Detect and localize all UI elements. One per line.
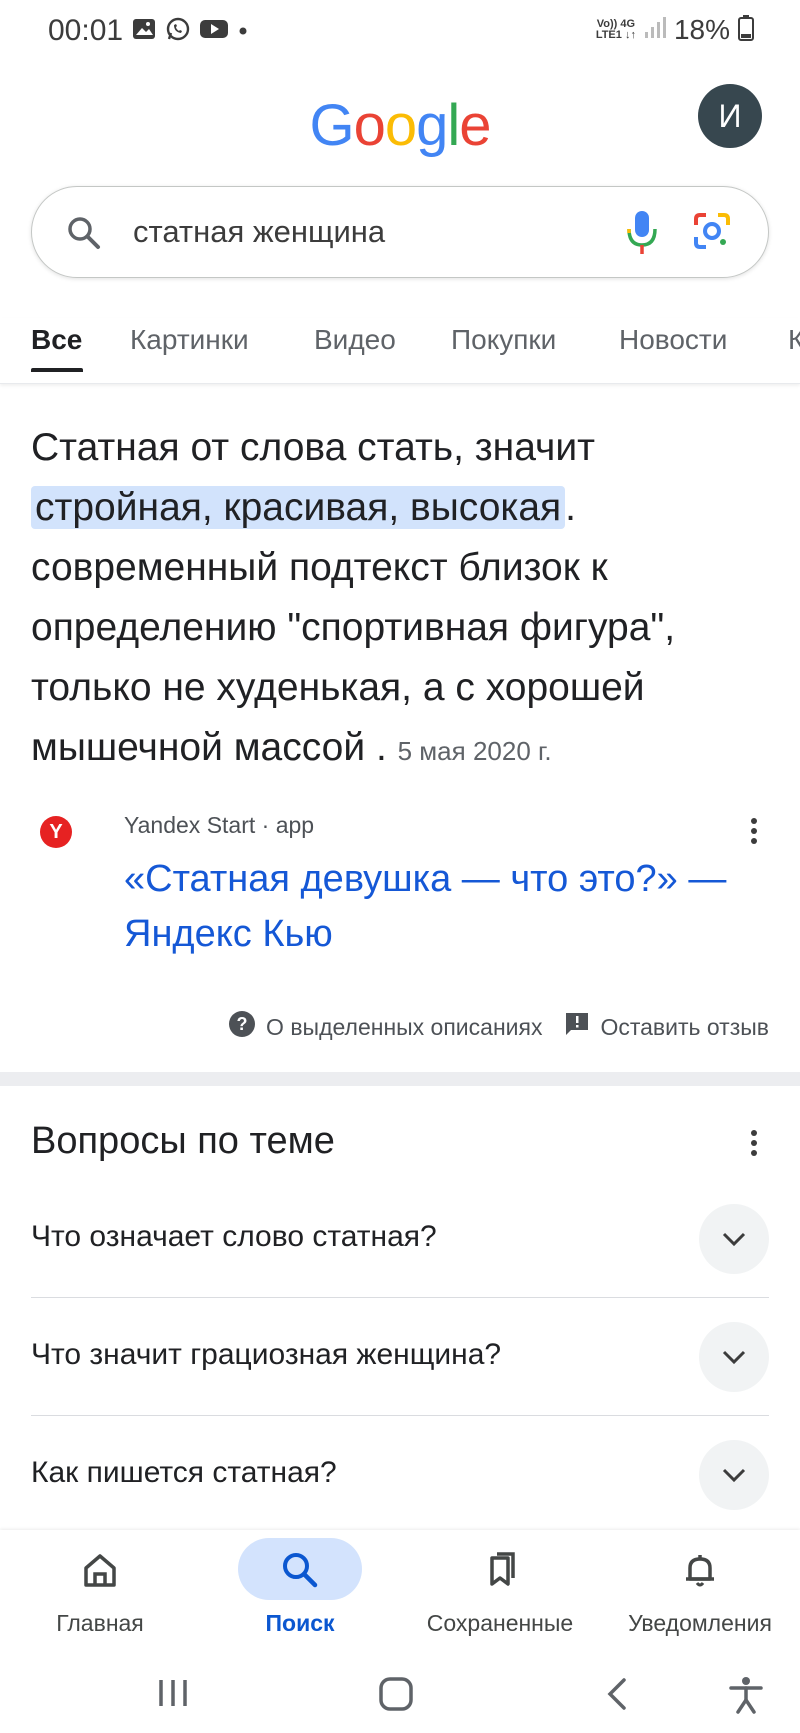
active-tab-indicator: [31, 368, 83, 372]
snippet-date: 5 мая 2020 г.: [397, 736, 552, 766]
back-icon[interactable]: [604, 1676, 630, 1717]
chevron-down-icon[interactable]: [699, 1204, 769, 1274]
tab-images[interactable]: Картинки: [130, 324, 249, 356]
battery-level: 18%: [673, 14, 730, 45]
more-vert-icon[interactable]: [748, 816, 760, 851]
search-icon[interactable]: [66, 215, 102, 256]
search-input[interactable]: статная женщина: [133, 214, 385, 250]
google-lens-icon[interactable]: [692, 211, 732, 256]
tab-more[interactable]: К: [788, 324, 800, 356]
notification-icons: [132, 17, 248, 46]
search-tabs: Все Картинки Видео Покупки Новости К: [0, 318, 800, 384]
source-name: Yandex Start · app: [124, 812, 315, 838]
help-icon: ?: [228, 1010, 256, 1044]
search-icon: [276, 1546, 324, 1594]
related-question[interactable]: Что означает слово статная?: [31, 1180, 769, 1298]
snippet-feedback: ? О выделенных описаниях Оставить отзыв: [228, 1010, 769, 1044]
whatsapp-icon: [166, 17, 190, 46]
gallery-icon: [132, 18, 156, 45]
search-box[interactable]: статная женщина: [31, 186, 769, 278]
youtube-icon: [200, 18, 228, 45]
tab-videos[interactable]: Видео: [314, 324, 396, 356]
svg-text:?: ?: [237, 1014, 248, 1034]
system-navigation-bar: [0, 1654, 800, 1733]
status-bar: 00:01 Vo)) 4G LTE1 ↓↑ 18%: [0, 0, 800, 62]
tab-news[interactable]: Новости: [619, 324, 727, 356]
google-logo[interactable]: Google: [0, 92, 800, 159]
home-button-icon[interactable]: [378, 1676, 414, 1717]
source-title-link[interactable]: «Статная девушка — что это?» — Яндекс Кь…: [124, 852, 764, 962]
saved-icon: [476, 1546, 524, 1594]
dot-icon: [238, 23, 248, 41]
snippet-highlight: стройная, красивая, высокая: [31, 486, 566, 529]
feedback-icon: [564, 1011, 590, 1043]
yandex-favicon-icon: Y: [40, 816, 72, 848]
related-question[interactable]: Что значит грациозная женщина?: [31, 1298, 769, 1416]
about-snippets-link[interactable]: ? О выделенных описаниях: [228, 1010, 542, 1044]
home-icon: [76, 1546, 124, 1594]
voice-search-icon[interactable]: [622, 207, 662, 262]
network-indicator: Vo)) 4G LTE1 ↓↑: [595, 18, 636, 41]
related-question[interactable]: Как пишется статная?: [31, 1416, 769, 1534]
battery-icon: [738, 14, 754, 46]
status-right: Vo)) 4G LTE1 ↓↑ 18%: [596, 14, 754, 46]
featured-snippet-text: Статная от слова стать, значит стройная,…: [31, 426, 676, 769]
account-avatar[interactable]: И: [698, 84, 762, 148]
feedback-link[interactable]: Оставить отзыв: [564, 1011, 769, 1043]
more-vert-icon[interactable]: [748, 1128, 760, 1163]
tab-all[interactable]: Все: [31, 324, 82, 356]
chevron-down-icon[interactable]: [699, 1322, 769, 1392]
section-divider: [0, 1072, 800, 1086]
status-time: 00:01: [48, 14, 124, 47]
related-questions-list: Что означает слово статная? Что значит г…: [31, 1180, 769, 1534]
recent-apps-icon[interactable]: [156, 1676, 190, 1715]
tab-shopping[interactable]: Покупки: [451, 324, 556, 356]
chevron-down-icon[interactable]: [699, 1440, 769, 1510]
related-questions-title: Вопросы по теме: [31, 1120, 335, 1162]
accessibility-icon[interactable]: [728, 1676, 764, 1719]
bottom-navigation: Главная Поиск Сохраненные Уведомления: [0, 1530, 800, 1654]
signal-icon: [644, 16, 666, 45]
bell-icon: [676, 1546, 724, 1594]
